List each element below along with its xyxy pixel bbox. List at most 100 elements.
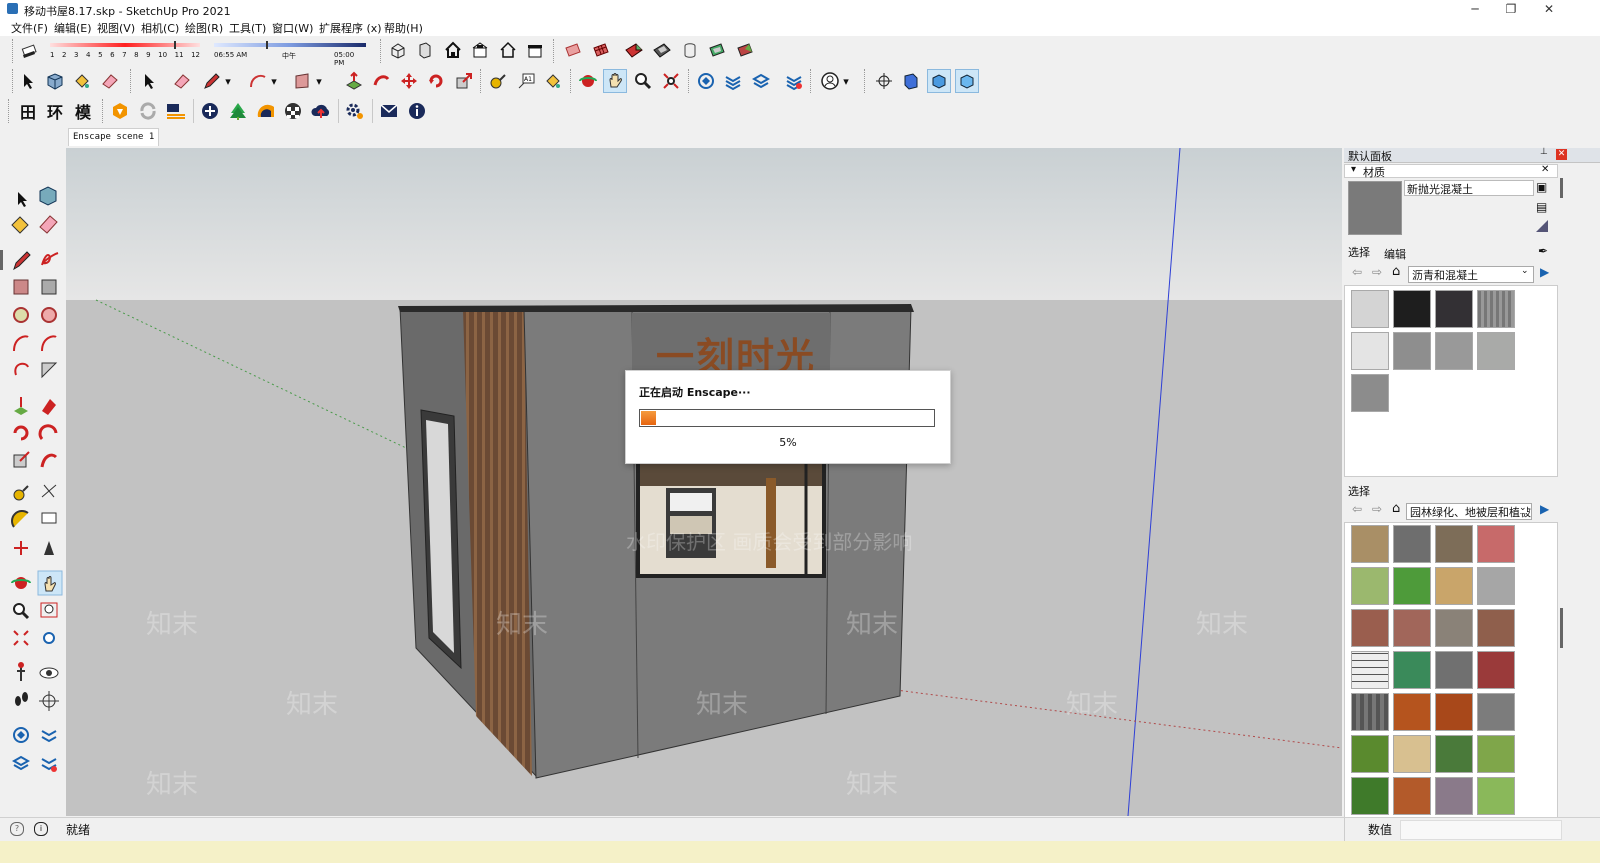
axes-icon[interactable] [872,69,896,93]
measurements-input[interactable] [1400,820,1562,840]
visual-settings-icon[interactable] [254,99,278,123]
material-swatch[interactable] [1435,777,1473,815]
environment-button[interactable]: 环 [43,99,67,123]
home-icon[interactable]: ⌂ [1392,264,1400,279]
month-thumb[interactable] [174,41,176,49]
follow-me-icon[interactable] [369,69,393,93]
zoom-window-icon[interactable] [40,602,58,618]
asset-library-icon[interactable] [226,99,250,123]
menu-edit[interactable]: 编辑(E) [54,20,92,36]
material-swatch[interactable] [1435,525,1473,563]
material-swatch[interactable] [1393,567,1431,605]
menu-help[interactable]: 帮助(H) [384,20,423,36]
two-point-arc-icon[interactable] [41,335,57,352]
menu-view[interactable]: 视图(V) [97,20,135,36]
chevron-down-icon[interactable]: ▾ [222,69,234,93]
rectangle-icon[interactable] [13,279,29,295]
material-swatch[interactable] [1351,332,1389,370]
section-display-icon[interactable] [41,730,57,743]
geo-location-icon[interactable]: ? [10,822,24,836]
material-swatch[interactable] [1393,651,1431,689]
material-swatch[interactable] [1477,567,1515,605]
material-swatch[interactable] [1393,609,1431,647]
paint-bucket-icon[interactable] [70,69,94,93]
create-material-icon[interactable]: ▣ [1536,180,1547,194]
material-swatch[interactable] [1435,651,1473,689]
rotated-rectangle-icon[interactable] [41,279,57,295]
select-icon[interactable] [137,69,161,93]
material-swatch[interactable] [1477,332,1515,370]
xray-mode-icon[interactable] [733,38,757,62]
scale-icon[interactable] [452,69,476,93]
textured-style-icon[interactable] [678,38,702,62]
material-swatch[interactable] [1351,693,1389,731]
material-swatch[interactable] [1351,290,1389,328]
pencil-icon[interactable] [200,69,224,93]
sample-paint-icon[interactable] [1536,220,1548,232]
scene-tab[interactable]: Enscape scene 1 [68,128,160,146]
material-swatch[interactable] [1477,609,1515,647]
make-component-icon[interactable] [39,186,57,206]
offset-icon[interactable] [38,424,58,440]
forward-arrow-icon[interactable]: ⇨ [1372,502,1382,516]
follow-me-red-icon[interactable] [40,453,58,468]
paint-bucket-icon[interactable] [11,216,29,234]
move-icon[interactable] [397,69,421,93]
paint-bucket-icon[interactable] [541,69,565,93]
circle-icon[interactable] [13,307,29,323]
axes-icon[interactable] [39,691,59,711]
xray-style-icon[interactable] [561,38,585,62]
rotate-icon[interactable] [13,425,29,441]
close-icon[interactable]: ✕ [1556,149,1567,160]
info-icon[interactable]: i [34,822,48,836]
arc-icon[interactable] [13,335,29,352]
close-section-icon[interactable]: ✕ [1541,164,1549,175]
text-icon[interactable]: A1 [514,69,538,93]
eraser-icon[interactable] [170,69,194,93]
chevron-down-icon[interactable]: ▾ [313,69,325,93]
material-swatch[interactable] [1477,693,1515,731]
top-view-icon[interactable] [413,38,437,62]
close-button[interactable]: ✕ [1534,1,1564,17]
tape-measure-icon[interactable] [486,69,510,93]
back-arrow-icon[interactable]: ⇦ [1352,502,1362,516]
minimize-button[interactable]: ─ [1460,1,1490,17]
zoom-extents-icon[interactable] [659,69,683,93]
select-icon[interactable] [16,69,40,93]
material-swatch[interactable] [1393,525,1431,563]
right-view-icon[interactable] [468,38,492,62]
material-swatch[interactable] [1351,609,1389,647]
model-viewport[interactable]: 一刻时光 水印保护区 画质会受到部分影响 知末 知末 知末 知末 知末 知末 知… [66,148,1342,816]
protractor-icon[interactable] [11,510,29,528]
section-plane-icon[interactable] [13,727,29,743]
info-icon[interactable] [405,99,429,123]
walk-icon[interactable] [15,692,28,706]
material-swatch[interactable] [1351,651,1389,689]
material-swatch[interactable] [1477,777,1515,815]
chevron-down-icon[interactable]: ▾ [268,69,280,93]
home-icon[interactable]: ⌂ [1392,501,1400,516]
section-cut-icon[interactable] [749,69,773,93]
add-icon[interactable] [198,99,222,123]
menu-window[interactable]: 窗口(W) [272,20,313,36]
menu-extensions[interactable]: 扩展程序 (x) [319,20,382,36]
material-swatch[interactable] [1435,735,1473,773]
grid-button[interactable]: 田 [16,99,40,123]
back-arrow-icon[interactable]: ⇦ [1352,265,1362,279]
user-icon[interactable] [818,69,842,93]
menu-draw[interactable]: 绘图(R) [185,20,223,36]
zoom-icon[interactable] [631,69,655,93]
panel-scrollbar[interactable] [1560,178,1563,198]
material-swatch[interactable] [1393,332,1431,370]
freehand-icon[interactable] [41,252,59,266]
polygon-icon[interactable] [41,307,57,323]
cube-icon[interactable] [899,69,923,93]
material-swatch[interactable] [1435,693,1473,731]
axes-icon[interactable] [14,541,28,555]
pan-icon[interactable] [37,570,63,596]
material-swatch[interactable] [1435,567,1473,605]
cube-icon[interactable] [927,69,951,93]
material-swatch[interactable] [1477,290,1515,328]
material-swatch[interactable] [1351,735,1389,773]
pan-icon[interactable] [603,69,627,93]
